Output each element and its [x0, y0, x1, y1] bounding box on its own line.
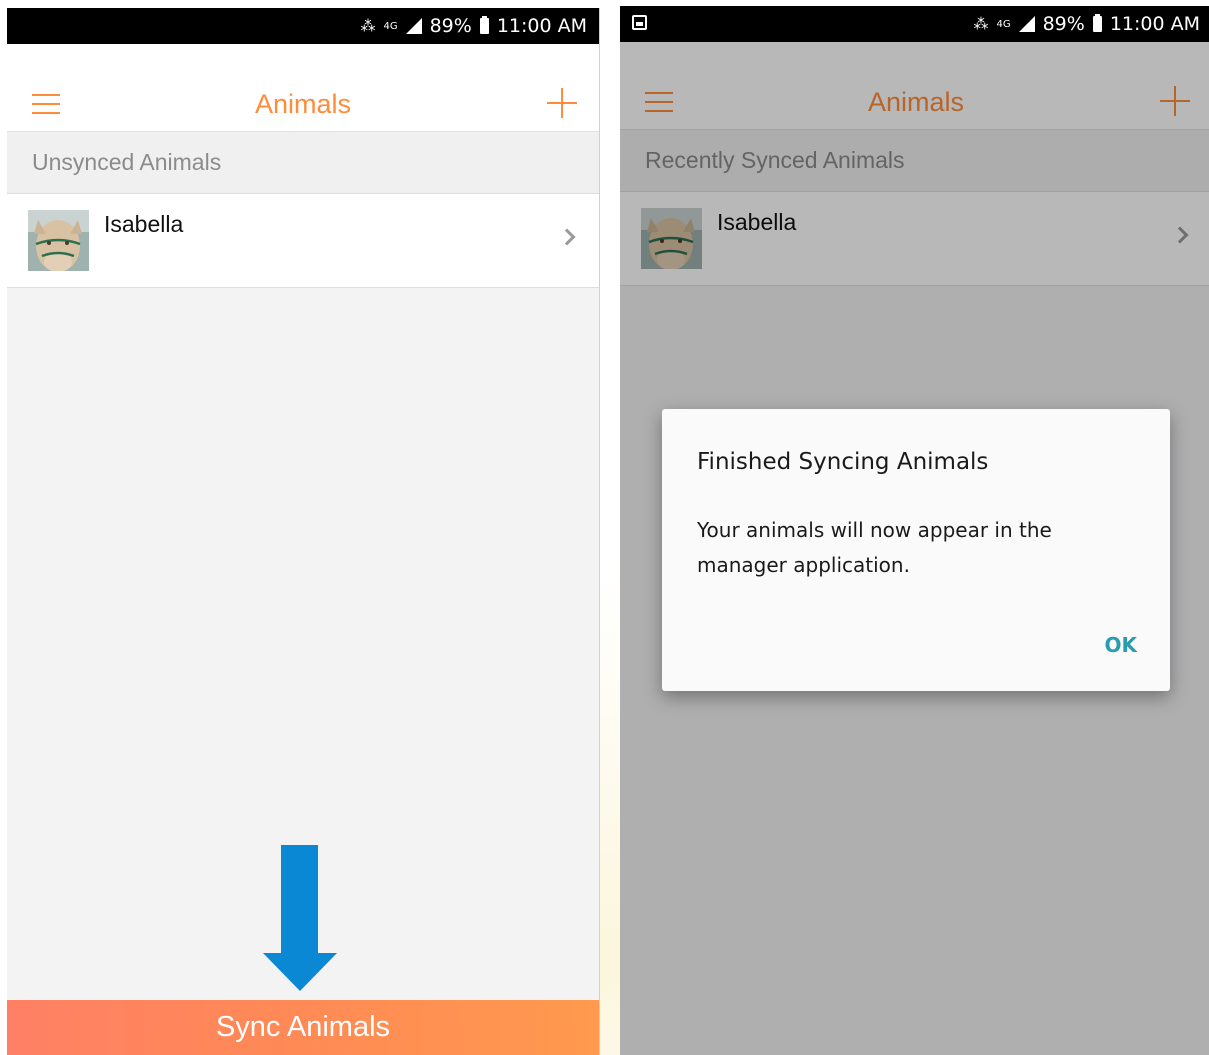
down-arrow-icon [263, 845, 337, 993]
signal-icon [1018, 16, 1035, 32]
network-type: 4G [383, 20, 398, 32]
battery-percent: 89% [1042, 13, 1085, 35]
battery-percent: 89% [429, 15, 472, 37]
chevron-right-icon [558, 228, 576, 246]
animal-name: Isabella [104, 211, 184, 237]
signal-icon [405, 18, 422, 34]
dialog-title: Finished Syncing Animals [697, 449, 989, 475]
sync-complete-dialog: Finished Syncing Animals Your animals wi… [662, 409, 1170, 691]
phone-screen-synced: ⁂ 4G 89% 11:00 AM Animals Recently Synce… [620, 6, 1209, 1055]
app-header: Animals [7, 44, 599, 132]
section-header-unsynced: Unsynced Animals [7, 132, 599, 194]
animal-thumbnail [28, 210, 89, 271]
dialog-message: Your animals will now appear in the mana… [697, 518, 1052, 577]
mute-icon: ⁂ [360, 17, 376, 35]
network-type: 4G [996, 18, 1011, 30]
gallery-notification-icon [632, 15, 647, 30]
ok-button[interactable]: OK [1105, 633, 1138, 657]
status-time: 11:00 AM [496, 15, 587, 37]
status-bar: ⁂ 4G 89% 11:00 AM [7, 8, 599, 44]
status-bar: ⁂ 4G 89% 11:00 AM [620, 6, 1209, 42]
phone-screen-unsynced: ⁂ 4G 89% 11:00 AM Animals Unsynced Anima… [7, 8, 599, 1055]
add-animal-button[interactable] [547, 88, 577, 118]
battery-icon [1092, 14, 1102, 32]
battery-icon [479, 16, 489, 34]
page-title: Animals [254, 89, 352, 119]
status-time: 11:00 AM [1109, 13, 1200, 35]
sync-animals-button[interactable]: Sync Animals [7, 1000, 599, 1055]
mute-icon: ⁂ [973, 15, 989, 33]
animal-list-item[interactable]: Isabella [7, 194, 599, 288]
